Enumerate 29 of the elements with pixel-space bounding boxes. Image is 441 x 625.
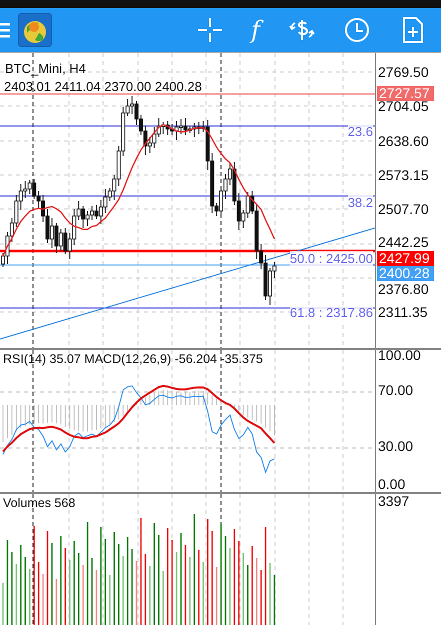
- price-tick: 2769.50: [378, 64, 429, 80]
- fibonacci-level-label: 38.2: [348, 195, 373, 211]
- price-tick: 2638.60: [378, 134, 429, 148]
- crosshair-icon[interactable]: [197, 17, 224, 43]
- clock-icon[interactable]: [344, 17, 370, 43]
- ohlc-values: 2403.01 2411.04 2370.00 2400.28: [4, 79, 202, 94]
- indicator-tick: 70.00: [378, 383, 414, 398]
- symbol-label: BTC_Mini, H4: [5, 61, 86, 76]
- app-logo-icon[interactable]: [18, 13, 52, 47]
- price-tick: 2442.25: [378, 234, 429, 250]
- fibonacci-level-label: 61.8 : 2317.86: [290, 305, 373, 321]
- volume-label: Volumes 568: [3, 496, 76, 510]
- menu-icon[interactable]: [0, 22, 10, 38]
- price-tick: 2507.70: [378, 202, 429, 216]
- price-tick: 2376.80: [378, 282, 429, 296]
- new-document-icon[interactable]: [402, 16, 424, 44]
- indicator-tick: 30.00: [378, 439, 414, 454]
- price-tick: 2573.15: [378, 168, 429, 182]
- indicator-tick: 0.00: [378, 477, 406, 492]
- indicator-tick: 100.00: [378, 348, 421, 363]
- volume-tick: 3397: [378, 494, 410, 509]
- fibonacci-level-label: 50.0 : 2425.00: [290, 251, 373, 267]
- price-tag: 2727.57: [377, 86, 434, 100]
- price-tick: 2311.35: [378, 304, 428, 320]
- price-tag: 2427.99: [377, 250, 434, 266]
- indicator-values: RSI(14) 35.07 MACD(12,26,9) -56.204 -35.375: [3, 352, 263, 366]
- currency-exchange-icon[interactable]: [288, 17, 316, 43]
- price-tick: 2704.05: [378, 98, 429, 114]
- price-tag: 2400.28: [377, 266, 434, 280]
